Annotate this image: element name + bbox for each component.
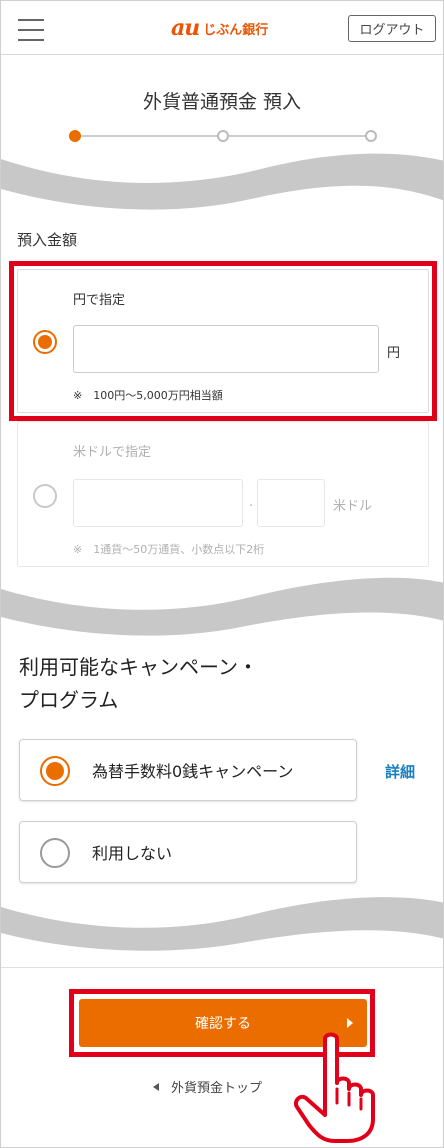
logo-bank-name: じぶん銀行 xyxy=(203,22,269,38)
campaign-title-line-2: プログラム xyxy=(19,688,119,712)
usd-option-title: 米ドルで指定 xyxy=(73,445,152,460)
campaign-option-fee-zero-label: 為替手数料0銭キャンペーン xyxy=(92,762,294,781)
campaign-option-none-label: 利用しない xyxy=(92,844,173,863)
usd-unit-label: 米ドル xyxy=(333,499,373,514)
yen-amount-input[interactable] xyxy=(73,325,379,373)
logout-button[interactable]: ログアウト xyxy=(348,15,436,42)
step-1-dot xyxy=(69,130,81,142)
footer-divider xyxy=(1,967,443,968)
usd-range-note: ※ 1通貨〜50万通貨、小数点以下2桁 xyxy=(73,543,265,556)
campaign-option-none-radio xyxy=(40,838,70,868)
back-to-fx-top-link[interactable]: 外貨預金トップ xyxy=(153,1077,262,1096)
yen-unit-label: 円 xyxy=(387,346,401,361)
usd-integer-input[interactable] xyxy=(73,479,243,527)
page-title: 外貨普通預金 預入 xyxy=(142,91,302,113)
campaign-option-none[interactable]: 利用しない xyxy=(19,821,357,883)
logo-au: au xyxy=(171,15,200,41)
campaign-section-title: 利用可能なキャンペーン・ プログラム xyxy=(19,651,339,717)
pointing-hand-icon xyxy=(294,1032,375,1143)
wave-divider-bottom xyxy=(1,897,443,951)
campaign-option-fee-zero[interactable]: 為替手数料0銭キャンペーン xyxy=(19,739,357,801)
campaign-detail-link[interactable]: 詳細 xyxy=(385,761,415,782)
confirm-arrow-icon xyxy=(347,1018,353,1028)
yen-range-note: ※ 100円〜5,000万円相当額 xyxy=(73,389,223,402)
amount-section-label: 預入金額 xyxy=(17,231,78,249)
wave-divider-top xyxy=(1,153,443,210)
usd-decimal-separator: . xyxy=(249,495,254,510)
hamburger-menu-icon[interactable] xyxy=(18,19,44,41)
bank-logo: au じぶん銀行 xyxy=(171,15,268,41)
wave-divider-middle xyxy=(1,577,443,636)
campaign-title-line-1: 利用可能なキャンペーン・ xyxy=(19,655,258,679)
step-2-dot xyxy=(217,130,229,142)
progress-stepper xyxy=(69,129,377,143)
usd-decimal-input[interactable] xyxy=(257,479,325,527)
usd-option-radio[interactable] xyxy=(33,484,57,508)
header: au じぶん銀行 ログアウト xyxy=(1,1,443,55)
campaign-option-fee-zero-radio xyxy=(40,756,70,786)
app-frame: au じぶん銀行 ログアウト 外貨普通預金 預入 預入金額 円で指定 円 ※ 1… xyxy=(0,0,444,1148)
confirm-button-label: 確認する xyxy=(195,1016,251,1032)
yen-option-radio[interactable] xyxy=(33,330,57,354)
back-arrow-icon xyxy=(153,1082,159,1091)
yen-option-title: 円で指定 xyxy=(73,293,126,308)
back-to-fx-top-label: 外貨預金トップ xyxy=(171,1081,263,1096)
step-3-dot xyxy=(365,130,377,142)
